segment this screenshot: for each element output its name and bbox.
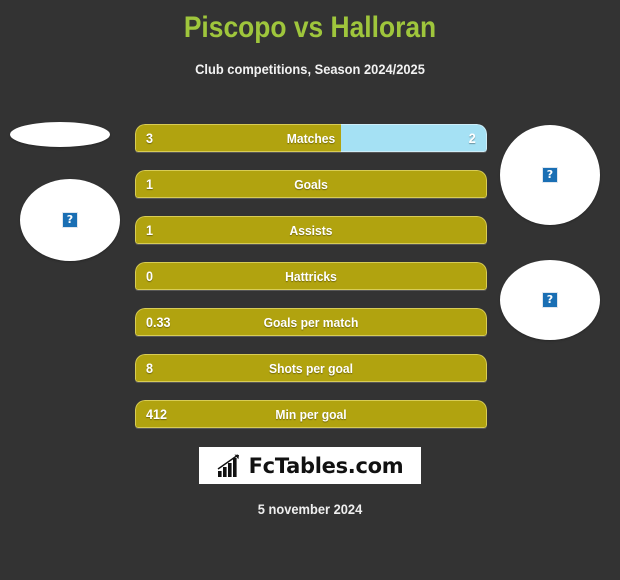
header: Piscopo vs Halloran Club competitions, S… (0, 0, 620, 78)
stat-home-value: 3 (146, 130, 154, 146)
stat-row: 0.33 Goals per match (135, 308, 487, 336)
stat-home-value: 412 (146, 406, 168, 422)
stat-away-value: 2 (468, 130, 476, 146)
stat-home-value: 1 (146, 222, 154, 238)
fctables-logo[interactable]: FcTables.com (199, 447, 421, 484)
stat-row: 3 Matches 2 (135, 124, 487, 152)
home-team-flag-avatar (10, 122, 110, 147)
page-title: Piscopo vs Halloran (183, 11, 437, 44)
stat-bar-away-segment (340, 124, 487, 152)
away-player-photo-avatar: ? (500, 125, 600, 225)
bar-chart-growth-icon (217, 453, 239, 477)
stat-bar-track (135, 354, 487, 382)
stat-row: 1 Assists (135, 216, 487, 244)
stat-bar-track (135, 124, 487, 152)
stat-bar-home-segment (135, 354, 487, 382)
stat-bar-track (135, 400, 487, 428)
stat-bar-home-segment (135, 262, 487, 290)
stat-bar-home-segment (135, 216, 487, 244)
broken-image-icon: ? (62, 212, 78, 228)
stat-home-value: 0.33 (146, 314, 171, 330)
stat-bar-track (135, 262, 487, 290)
stat-bar-home-segment (135, 170, 487, 198)
away-team-flag-avatar: ? (500, 260, 600, 340)
broken-image-icon: ? (542, 167, 558, 183)
stat-home-value: 8 (146, 360, 154, 376)
stat-bar-track (135, 216, 487, 244)
home-player-photo-avatar: ? (20, 179, 120, 261)
broken-image-icon: ? (542, 292, 558, 308)
stats-comparison-list: 3 Matches 2 1 Goals 1 Assists 0 Hattricks 0.33 Goa… (135, 124, 487, 446)
stat-bar-track (135, 308, 487, 336)
stat-row: 1 Goals (135, 170, 487, 198)
stat-bar-home-segment (135, 400, 487, 428)
stat-row: 8 Shots per goal (135, 354, 487, 382)
stat-bar-track (135, 170, 487, 198)
page-subtitle: Club competitions, Season 2024/2025 (195, 61, 425, 77)
footer-date: 5 november 2024 (257, 501, 363, 517)
stat-home-value: 0 (146, 268, 154, 284)
stat-bar-home-segment (135, 308, 487, 336)
fctables-logo-text: FcTables.com (248, 453, 404, 478)
stat-row: 412 Min per goal (135, 400, 487, 428)
stat-home-value: 1 (146, 176, 154, 192)
stat-row: 0 Hattricks (135, 262, 487, 290)
stat-bar-home-segment (135, 124, 341, 152)
